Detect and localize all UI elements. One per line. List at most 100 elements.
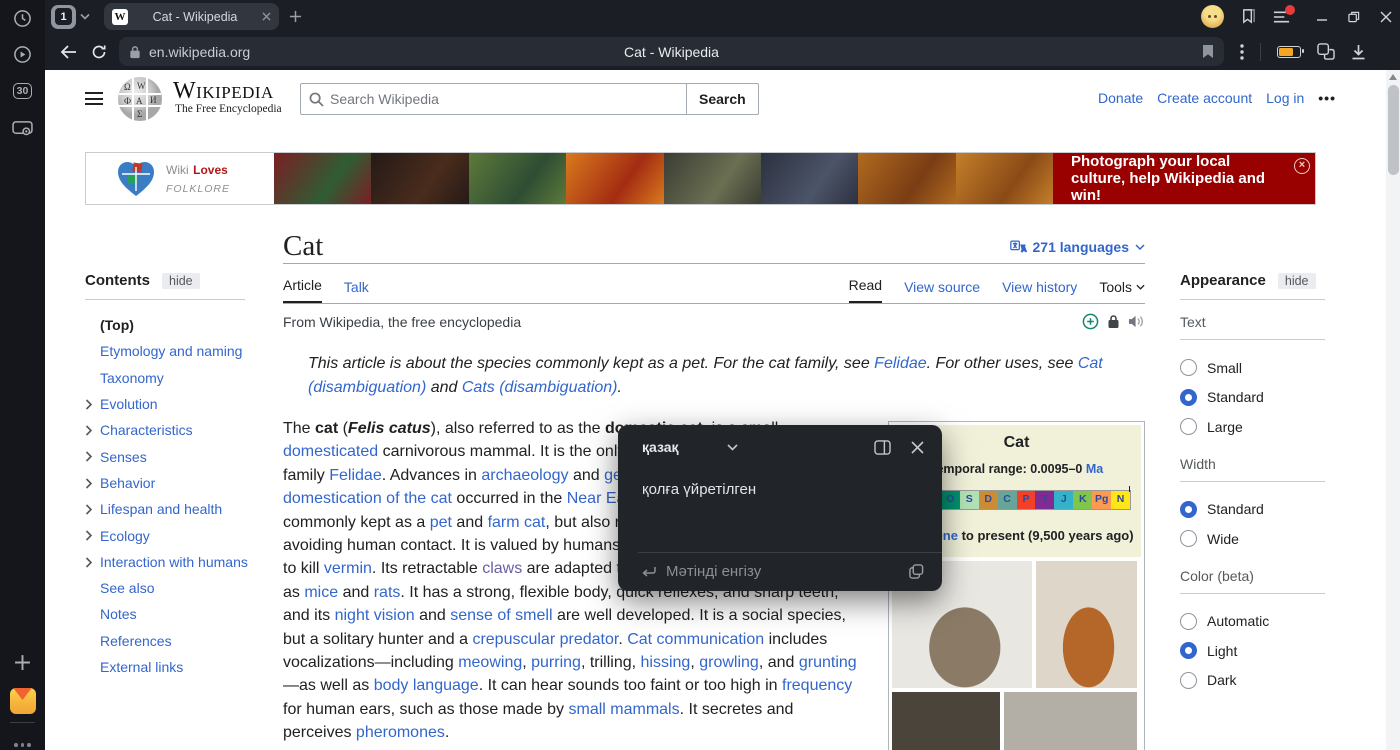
search-input[interactable]: [330, 91, 678, 107]
article-link[interactable]: pet: [430, 514, 452, 531]
article-link[interactable]: domestication of the cat: [283, 490, 452, 507]
reload-icon[interactable]: [91, 44, 107, 60]
appearance-hide-button[interactable]: hide: [1278, 273, 1316, 289]
popup-sidepanel-icon[interactable]: [874, 440, 891, 455]
tab-close-icon[interactable]: [262, 12, 271, 21]
radio-selected[interactable]: [1180, 389, 1197, 406]
create-account-link[interactable]: Create account: [1157, 90, 1252, 106]
period-segment[interactable]: K: [1073, 491, 1092, 509]
back-icon[interactable]: [59, 44, 77, 60]
article-link[interactable]: crepuscular predator: [472, 631, 618, 648]
appearance-option-large[interactable]: Large: [1180, 412, 1340, 442]
period-segment[interactable]: C: [998, 491, 1017, 509]
period-segment[interactable]: D: [979, 491, 998, 509]
toc-expand-icon[interactable]: [85, 425, 93, 436]
login-link[interactable]: Log in: [1266, 90, 1304, 106]
main-menu-icon[interactable]: [85, 92, 103, 109]
toc-link[interactable]: Behavior: [100, 475, 155, 491]
radio-selected[interactable]: [1180, 501, 1197, 518]
toc-expand-icon[interactable]: [85, 451, 93, 462]
toc-item[interactable]: Senses: [85, 443, 270, 469]
tab-talk[interactable]: Talk: [344, 279, 369, 303]
article-link[interactable]: small mammals: [568, 701, 679, 718]
banner-close-icon[interactable]: ×: [1294, 158, 1310, 174]
tab-article[interactable]: Article: [283, 277, 322, 303]
maximize-button[interactable]: [1348, 11, 1360, 23]
article-link[interactable]: frequency: [782, 677, 852, 694]
toc-link[interactable]: Ecology: [100, 528, 150, 544]
new-tab-icon[interactable]: [289, 10, 302, 23]
article-link[interactable]: farm cat: [488, 514, 546, 531]
scrollbar-up-arrow[interactable]: [1389, 74, 1397, 80]
close-window-button[interactable]: [1380, 11, 1392, 23]
toc-item[interactable]: (Top): [85, 312, 270, 338]
article-link[interactable]: claws: [482, 560, 522, 577]
toc-link[interactable]: Taxonomy: [100, 370, 164, 386]
popup-language-select[interactable]: қазақ: [642, 439, 679, 455]
article-link[interactable]: body language: [374, 677, 479, 694]
wikipedia-globe-logo[interactable]: Ω W И A Ф Σ: [117, 76, 163, 122]
minimize-button[interactable]: [1316, 11, 1328, 23]
collections-icon[interactable]: [1317, 43, 1335, 60]
language-selector[interactable]: A 271 languages: [1010, 239, 1146, 255]
radio-unselected[interactable]: [1180, 613, 1197, 630]
article-link[interactable]: vermin: [324, 560, 372, 577]
donate-link[interactable]: Donate: [1098, 90, 1143, 106]
view-view-source[interactable]: View source: [904, 279, 980, 303]
toc-link[interactable]: (Top): [100, 317, 134, 333]
article-link[interactable]: mice: [304, 584, 338, 601]
sidebar-add-icon[interactable]: [0, 645, 45, 679]
scrollbar-thumb[interactable]: [1388, 85, 1399, 175]
radio-unselected[interactable]: [1180, 672, 1197, 689]
toc-item[interactable]: See also: [85, 575, 270, 601]
toc-item[interactable]: Characteristics: [85, 417, 270, 443]
article-link[interactable]: Felidae: [874, 355, 926, 372]
ma-link[interactable]: Ma: [1086, 462, 1103, 476]
toc-item[interactable]: Etymology and naming: [85, 338, 270, 364]
wikipedia-wordmark[interactable]: Wikipedia: [173, 79, 274, 103]
article-link[interactable]: Cats (disambiguation): [462, 379, 618, 396]
toc-link[interactable]: Notes: [100, 606, 137, 622]
article-link[interactable]: grunting: [799, 654, 857, 671]
toc-link[interactable]: Senses: [100, 449, 147, 465]
appearance-option-standard[interactable]: Standard: [1180, 495, 1340, 525]
downloads-icon[interactable]: [1351, 44, 1366, 60]
toc-link[interactable]: Lifespan and health: [100, 501, 222, 517]
banner-message-box[interactable]: Photograph your local culture, help Wiki…: [1053, 153, 1315, 204]
screencast-icon[interactable]: [0, 111, 45, 145]
view-view-history[interactable]: View history: [1002, 279, 1077, 303]
appearance-option-wide[interactable]: Wide: [1180, 524, 1340, 554]
extensions-dots-icon[interactable]: [1240, 44, 1244, 60]
listen-audio-icon[interactable]: [1128, 314, 1145, 329]
article-link[interactable]: sense of smell: [450, 607, 552, 624]
period-segment[interactable]: S: [960, 491, 979, 509]
toc-item[interactable]: Behavior: [85, 470, 270, 496]
toc-item[interactable]: Interaction with humans: [85, 549, 270, 575]
toc-link[interactable]: Interaction with humans: [100, 554, 248, 570]
url-bar[interactable]: en.wikipedia.org Cat - Wikipedia: [119, 37, 1224, 66]
period-segment[interactable]: J: [1054, 491, 1073, 509]
calendar-30-icon[interactable]: 30: [0, 74, 45, 108]
article-link[interactable]: Cat communication: [627, 631, 764, 648]
battery-saver-icon[interactable]: [1277, 46, 1301, 58]
popup-input-placeholder[interactable]: Мәтінді енгізу: [666, 563, 761, 580]
rail-more-icon[interactable]: [0, 728, 45, 750]
toc-link[interactable]: References: [100, 633, 172, 649]
bookmark-icon[interactable]: [1202, 44, 1214, 59]
appearance-option-dark[interactable]: Dark: [1180, 666, 1340, 696]
toc-expand-icon[interactable]: [85, 478, 93, 489]
bookmarks-panel-icon[interactable]: [1240, 8, 1257, 25]
article-link[interactable]: purring: [531, 654, 581, 671]
search-box[interactable]: [300, 83, 687, 115]
radio-unselected[interactable]: [1180, 530, 1197, 547]
toc-item[interactable]: External links: [85, 654, 270, 680]
browser-tab[interactable]: W Cat - Wikipedia: [104, 3, 279, 30]
campaign-banner[interactable]: Wiki Loves FOLKLORE Photograph your loca…: [85, 152, 1316, 205]
toc-link[interactable]: Characteristics: [100, 422, 193, 438]
history-clock-icon[interactable]: [0, 1, 45, 35]
workspace-chevron-icon[interactable]: [80, 13, 90, 20]
toc-expand-icon[interactable]: [85, 504, 93, 515]
workspace-button[interactable]: 1: [51, 5, 76, 29]
article-link[interactable]: domesticated: [283, 443, 378, 460]
article-link[interactable]: Felidae: [329, 467, 381, 484]
